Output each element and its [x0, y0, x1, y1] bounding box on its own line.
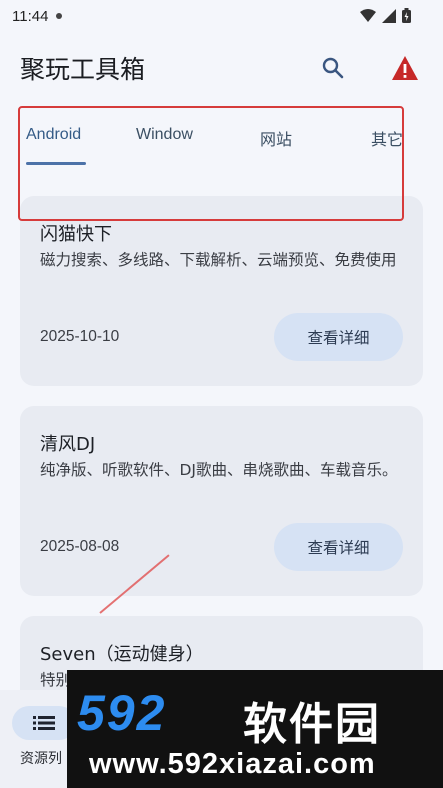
nav-label: 资源列	[20, 751, 62, 767]
card-description: 纯净版、听歌软件、DJ歌曲、串烧歌曲、车载音乐。	[40, 461, 398, 479]
view-details-button[interactable]: 查看详细	[274, 523, 403, 571]
tab-website[interactable]: 网站	[260, 126, 292, 150]
app-actions	[317, 52, 421, 84]
card-date: 2025-10-10	[40, 328, 120, 345]
wifi-icon	[360, 8, 376, 22]
tab-android[interactable]: Android	[26, 126, 81, 144]
status-icons	[360, 8, 411, 23]
card-description: 磁力搜索、多线路、下载解析、云端预览、免费使用	[40, 251, 397, 269]
app-bar: 聚玩工具箱	[0, 40, 443, 96]
tab-indicator	[26, 162, 86, 165]
category-tabs: Android Window 网站 其它	[0, 112, 443, 172]
watermark-brand: 592	[77, 685, 167, 741]
card-title: 清风DJ	[40, 434, 96, 455]
status-bar: 11:44	[0, 0, 443, 32]
warning-button[interactable]	[389, 52, 421, 84]
card-title: 闪猫快下	[40, 224, 112, 245]
status-time: 11:44	[12, 7, 49, 25]
card-title: Seven（运动健身）	[40, 644, 204, 665]
list-icon	[33, 716, 55, 730]
tab-window[interactable]: Window	[136, 126, 193, 144]
watermark-logo: 592 软件园 www.592xiazai.com	[67, 670, 443, 788]
signal-icon	[382, 8, 396, 23]
card-date: 2025-08-08	[40, 538, 120, 555]
search-button[interactable]	[317, 52, 349, 84]
app-title: 聚玩工具箱	[20, 55, 146, 84]
warning-icon	[392, 56, 418, 80]
watermark-brand-cn: 软件园	[243, 699, 381, 750]
resource-card[interactable]: 闪猫快下 磁力搜索、多线路、下载解析、云端预览、免费使用 2025-10-10 …	[20, 196, 423, 386]
view-details-button[interactable]: 查看详细	[274, 313, 403, 361]
search-icon	[322, 57, 344, 79]
watermark-url: www.592xiazai.com	[89, 748, 376, 780]
resource-card[interactable]: 清风DJ 纯净版、听歌软件、DJ歌曲、串烧歌曲、车载音乐。 2025-08-08…	[20, 406, 423, 596]
tab-other[interactable]: 其它	[371, 126, 403, 150]
battery-icon	[402, 8, 411, 23]
notification-dot-icon	[56, 13, 63, 19]
